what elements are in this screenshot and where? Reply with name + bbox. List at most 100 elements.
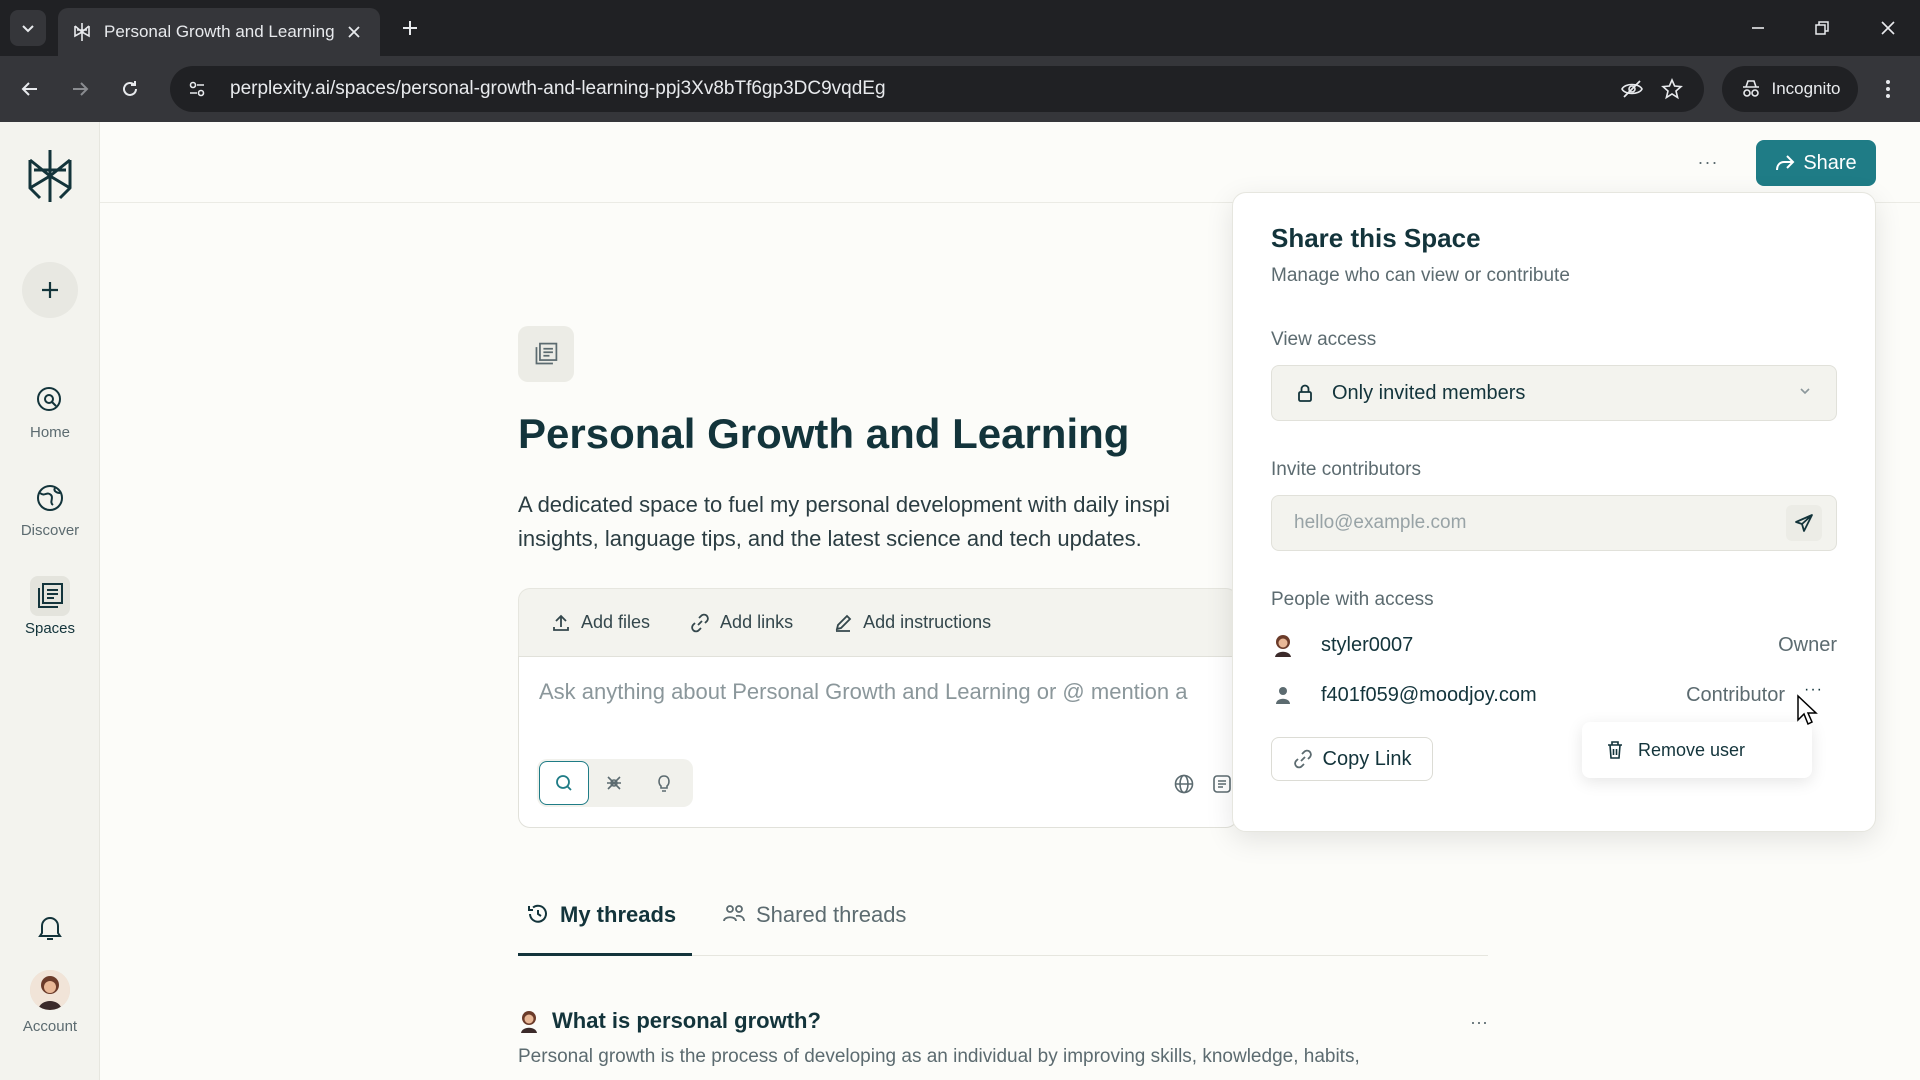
plus-icon bbox=[42, 282, 58, 298]
invite-email-placeholder: hello@example.com bbox=[1294, 512, 1467, 533]
send-icon bbox=[1795, 514, 1813, 532]
bell-icon bbox=[38, 917, 62, 940]
browser-tab-strip: Personal Growth and Learning bbox=[0, 0, 1920, 56]
users-icon bbox=[723, 905, 745, 922]
add-files-label: Add files bbox=[581, 612, 651, 632]
spaces-icon bbox=[535, 342, 558, 365]
tab-search-button[interactable] bbox=[10, 10, 46, 46]
back-button[interactable] bbox=[12, 71, 48, 107]
composer-toolbar: Add files Add links Add instructions bbox=[518, 588, 1238, 656]
remove-user-menu-item[interactable]: Remove user bbox=[1582, 722, 1812, 778]
tab-close-icon[interactable] bbox=[342, 20, 366, 44]
copy-link-button[interactable]: Copy Link bbox=[1271, 737, 1433, 781]
link-icon bbox=[1293, 749, 1312, 769]
research-icon bbox=[607, 776, 621, 790]
sidebar-item-home[interactable]: Home bbox=[0, 380, 100, 460]
tab-shared-threads[interactable]: Shared threads bbox=[722, 902, 906, 956]
invite-label: Invite contributors bbox=[1271, 459, 1421, 480]
sidebar-item-label: Spaces bbox=[24, 620, 76, 637]
restore-button[interactable] bbox=[1802, 10, 1842, 46]
bookmark-star-icon[interactable] bbox=[1652, 69, 1692, 109]
view-access-label: View access bbox=[1271, 329, 1377, 350]
view-access-select[interactable]: Only invited members bbox=[1271, 365, 1837, 421]
new-tab-button[interactable] bbox=[396, 14, 424, 42]
chevron-down-icon bbox=[22, 25, 34, 33]
user-icon bbox=[1271, 683, 1295, 707]
close-window-button[interactable] bbox=[1868, 10, 1908, 46]
forward-button[interactable] bbox=[62, 71, 98, 107]
site-info-icon[interactable] bbox=[174, 66, 220, 112]
add-instructions-label: Add instructions bbox=[863, 612, 992, 632]
search-mode-selector bbox=[537, 759, 693, 807]
address-bar[interactable]: perplexity.ai/spaces/personal-growth-and… bbox=[170, 66, 1704, 112]
eye-off-icon[interactable] bbox=[1612, 69, 1652, 109]
thread-tabs: My threads Shared threads bbox=[518, 892, 1488, 956]
sidebar-item-spaces[interactable]: Spaces bbox=[0, 576, 100, 656]
copy-link-label: Copy Link bbox=[1322, 747, 1412, 770]
more-options-button[interactable]: ··· bbox=[1690, 144, 1726, 180]
share-button[interactable]: Share bbox=[1756, 140, 1876, 186]
lock-icon bbox=[1298, 384, 1312, 402]
reload-button[interactable] bbox=[112, 71, 148, 107]
view-access-value: Only invited members bbox=[1332, 381, 1526, 404]
notifications-button[interactable] bbox=[30, 908, 70, 948]
tab-label: My threads bbox=[560, 902, 677, 927]
add-instructions-button[interactable]: Add instructions bbox=[833, 612, 991, 633]
avatar bbox=[521, 1011, 537, 1033]
globe-icon bbox=[30, 478, 70, 518]
sidebar-item-discover[interactable]: Discover bbox=[0, 478, 100, 558]
person-role: Contributor bbox=[1686, 683, 1785, 706]
ask-input-placeholder: Ask anything about Personal Growth and L… bbox=[539, 679, 1188, 704]
person-name: styler0007 bbox=[1321, 633, 1414, 656]
access-row-owner: styler0007 Owner bbox=[1271, 625, 1837, 665]
send-invite-button[interactable] bbox=[1786, 505, 1822, 541]
arrow-right-icon bbox=[73, 82, 89, 96]
mode-search-button[interactable] bbox=[539, 761, 589, 805]
share-arrow-icon bbox=[1776, 155, 1795, 171]
mode-research-button[interactable] bbox=[589, 761, 639, 805]
thread-list-item[interactable]: What is personal growth? ··· Personal gr… bbox=[518, 1008, 1488, 1068]
app-container: Home Discover Spaces Account ··· Share P… bbox=[0, 122, 1920, 1080]
sidebar-item-label: Home bbox=[29, 424, 70, 441]
perplexity-logo-icon[interactable] bbox=[24, 148, 76, 204]
sources-button[interactable] bbox=[1167, 767, 1201, 801]
plus-icon bbox=[403, 21, 417, 35]
invite-email-input[interactable]: hello@example.com bbox=[1271, 495, 1837, 551]
add-links-button[interactable]: Add links bbox=[690, 612, 793, 633]
person-name: f401f059@moodjoy.com bbox=[1321, 683, 1537, 706]
search-icon bbox=[556, 775, 572, 791]
access-row-contributor: f401f059@moodjoy.com Contributor ··· bbox=[1271, 675, 1837, 715]
space-icon bbox=[518, 326, 574, 382]
thread-more-button[interactable]: ··· bbox=[1470, 1012, 1488, 1033]
tab-title: Personal Growth and Learning bbox=[104, 22, 335, 41]
url-text: perplexity.ai/spaces/personal-growth-and… bbox=[230, 78, 886, 99]
tab-label: Shared threads bbox=[756, 902, 907, 927]
arrow-left-icon bbox=[21, 82, 37, 96]
person-role: Owner bbox=[1778, 633, 1837, 656]
people-with-access-label: People with access bbox=[1271, 589, 1434, 610]
kebab-menu-icon bbox=[1886, 80, 1890, 98]
avatar bbox=[1271, 633, 1295, 657]
minimize-button[interactable] bbox=[1738, 10, 1778, 46]
attach-icon bbox=[1213, 775, 1231, 793]
edit-icon bbox=[835, 614, 852, 632]
remove-user-label: Remove user bbox=[1638, 739, 1746, 760]
account-label: Account bbox=[22, 1018, 78, 1035]
mode-reasoning-button[interactable] bbox=[639, 761, 689, 805]
tab-my-threads[interactable]: My threads bbox=[518, 902, 692, 956]
minimize-icon bbox=[1752, 27, 1764, 29]
incognito-indicator[interactable]: Incognito bbox=[1722, 66, 1858, 112]
new-thread-button[interactable] bbox=[22, 262, 78, 318]
reload-icon bbox=[123, 81, 137, 96]
spaces-icon bbox=[30, 576, 70, 616]
browser-menu-button[interactable] bbox=[1870, 71, 1906, 107]
browser-tab[interactable]: Personal Growth and Learning bbox=[58, 8, 380, 56]
account-button[interactable]: Account bbox=[0, 970, 100, 1035]
chevron-down-icon bbox=[1800, 388, 1810, 395]
upload-icon bbox=[553, 614, 569, 631]
thread-snippet: Personal growth is the process of develo… bbox=[518, 1046, 1360, 1067]
ask-input[interactable]: Ask anything about Personal Growth and L… bbox=[518, 656, 1238, 828]
add-files-button[interactable]: Add files bbox=[551, 612, 650, 633]
sidebar: Home Discover Spaces Account bbox=[0, 122, 100, 1080]
link-icon bbox=[691, 613, 709, 632]
